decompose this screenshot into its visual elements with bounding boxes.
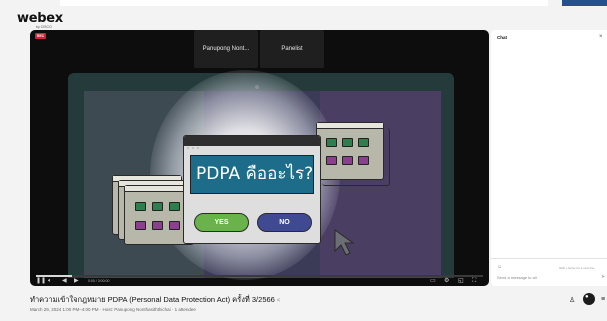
more-icon[interactable]: ≡ [601,296,605,303]
chat-title: Chat [497,35,507,40]
share-icon[interactable]: < [277,298,281,304]
close-icon[interactable]: × [599,34,603,40]
progress-bar[interactable] [36,275,483,277]
settings-icon[interactable]: ⚙ [444,278,449,284]
no-button: NO [257,213,312,232]
yes-button: YES [194,213,249,232]
captions-icon[interactable]: ▭ [430,278,436,284]
chat-divider [491,258,607,259]
webex-logo[interactable]: webex [17,11,63,26]
meeting-title: ทำความเข้าใจกฎหมาย PDPA (Personal Data P… [30,294,280,306]
arrow-cursor-icon [334,229,358,262]
meeting-meta: March 29, 2024 1:00 PM–4:00 PM · Host: P… [30,307,196,312]
video-player[interactable]: REC Panupong Nont... Panelist PDPA คืออะ… [30,30,489,286]
rewind-icon[interactable]: ◀ [62,278,67,284]
question-box: PDPA คืออะไร? [190,155,314,194]
time-display: 0:00 / 3:00:00 [88,279,110,283]
volume-icon[interactable]: 🔈︎ [48,278,52,284]
participant-name: Panupong Nont... [202,46,250,52]
chat-input[interactable]: Send a message to all [497,275,537,280]
people-icon[interactable]: ♙ [569,296,575,304]
participant-name: Panelist [281,46,303,52]
meeting-title-text: ทำความเข้าใจกฎหมาย PDPA (Personal Data P… [30,295,275,304]
folder-window-shadow [322,128,390,186]
progress-fill [36,275,72,277]
picture-in-picture-icon[interactable]: ◱ [458,278,464,284]
top-band [60,0,548,6]
chat-bubble-icon: ● [585,294,589,300]
cisco-sublogo: by CISCO [36,25,52,29]
chat-hint: Shift + Enter for a new line [559,266,595,270]
participant-tile-host[interactable]: Panupong Nont... [194,30,258,68]
question-text: PDPA คืออะไร? [196,164,314,184]
send-icon[interactable]: ➤ [601,274,605,280]
top-band-accent [562,0,607,6]
forward-icon[interactable]: ▶ [74,278,79,284]
pdpa-question-dialog: PDPA คืออะไร? YES NO [183,135,321,244]
pause-icon[interactable]: ❚❚ [36,278,46,284]
participant-tile-panelist[interactable]: Panelist [260,30,324,68]
player-controls: ❚❚ 🔈︎ ◀ ▶ 0:00 / 3:00:00 ▭ ⚙ ◱ ⛶ [30,274,489,286]
fullscreen-icon[interactable]: ⛶ [472,278,476,284]
emoji-icon[interactable]: ☺ [497,264,502,270]
recording-badge: REC [35,33,46,39]
chat-panel: Chat × ☺ Shift + Enter for a new line Se… [491,30,607,286]
